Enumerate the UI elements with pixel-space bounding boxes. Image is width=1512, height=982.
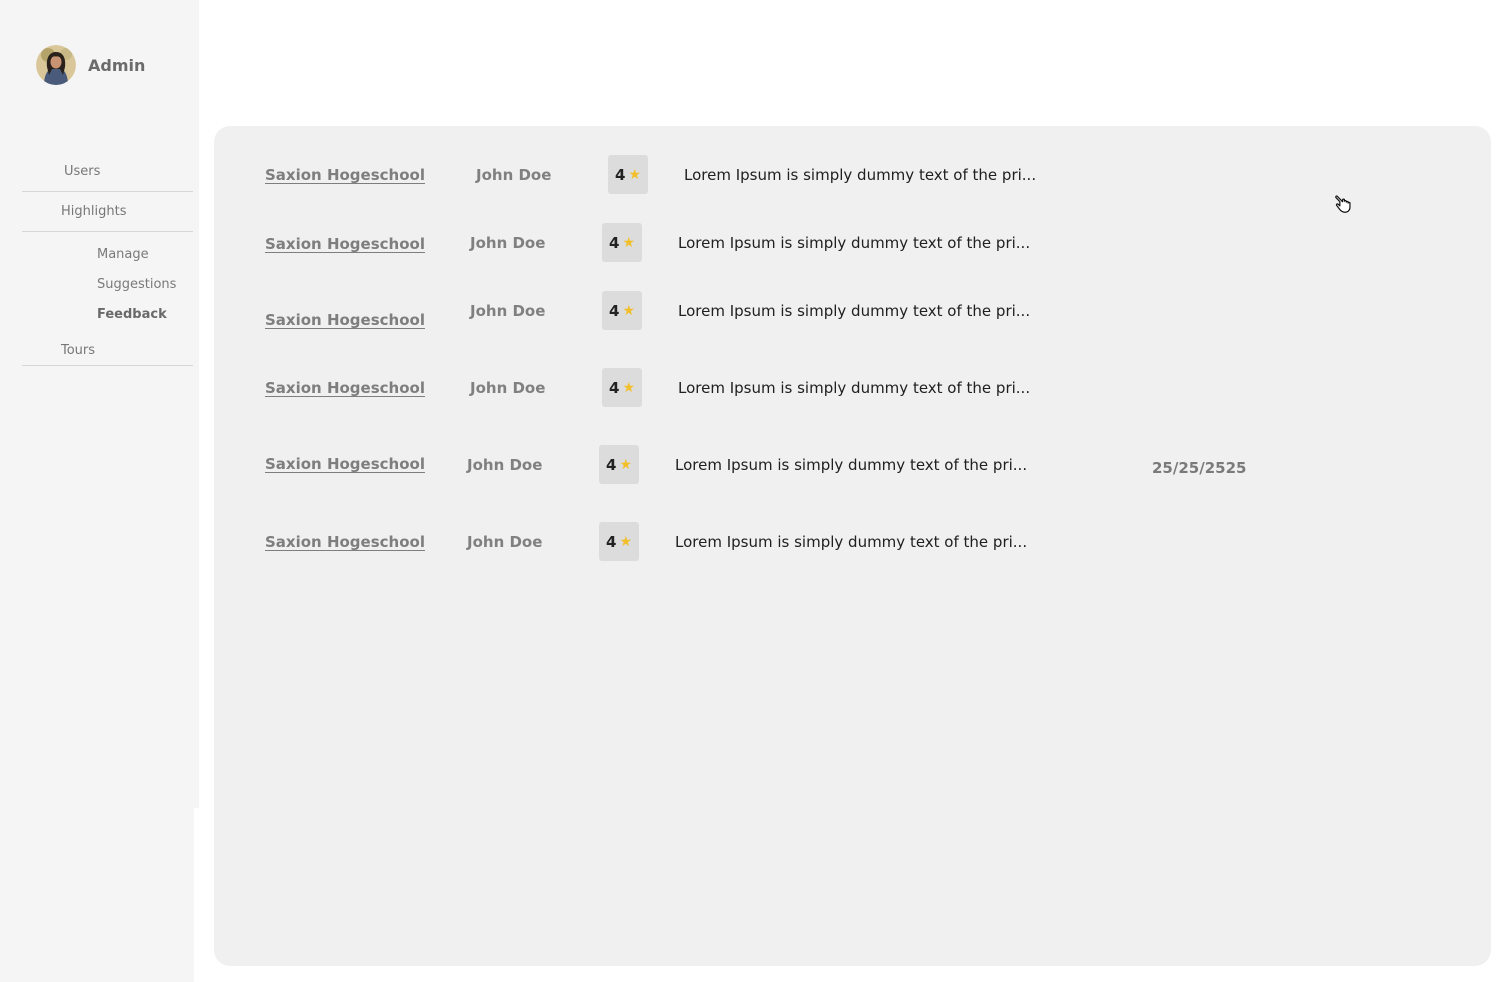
rating-badge: 4 ★ bbox=[599, 445, 639, 484]
school-link[interactable]: Saxion Hogeschool bbox=[265, 379, 425, 397]
school-link[interactable]: Saxion Hogeschool bbox=[265, 311, 425, 329]
avatar[interactable] bbox=[36, 45, 76, 85]
sidebar-item-label: Tours bbox=[61, 343, 96, 358]
rating-badge: 4 ★ bbox=[608, 155, 648, 194]
rating-value: 4 bbox=[609, 301, 620, 320]
feedback-text: Lorem Ipsum is simply dummy text of the … bbox=[678, 302, 1031, 320]
sidebar-item-label: Highlights bbox=[61, 204, 127, 219]
school-link[interactable]: Saxion Hogeschool bbox=[265, 235, 425, 253]
reviewer-name: John Doe bbox=[470, 302, 546, 320]
divider bbox=[22, 231, 193, 232]
feedback-text: Lorem Ipsum is simply dummy text of the … bbox=[678, 379, 1031, 397]
rating-badge: 4 ★ bbox=[602, 291, 642, 330]
sidebar bbox=[0, 0, 199, 808]
rating-badge: 4 ★ bbox=[602, 368, 642, 407]
divider bbox=[22, 191, 193, 192]
feedback-text: Lorem Ipsum is simply dummy text of the … bbox=[675, 456, 1028, 474]
sidebar-item-tours[interactable]: Tours bbox=[22, 343, 193, 358]
star-icon: ★ bbox=[622, 302, 635, 319]
star-icon: ★ bbox=[628, 166, 641, 183]
rating-badge: 4 ★ bbox=[602, 223, 642, 262]
divider bbox=[22, 365, 193, 366]
sidebar-item-label: Users bbox=[64, 164, 101, 179]
feedback-text: Lorem Ipsum is simply dummy text of the … bbox=[684, 166, 1037, 184]
rating-value: 4 bbox=[615, 165, 626, 184]
rating-value: 4 bbox=[606, 532, 617, 551]
sidebar-subitem-manage[interactable]: Manage bbox=[97, 247, 149, 262]
profile-section[interactable]: Admin bbox=[36, 45, 145, 85]
sidebar-subitem-feedback[interactable]: Feedback bbox=[97, 307, 167, 322]
star-icon: ★ bbox=[622, 379, 635, 396]
hand-pointer-icon bbox=[1335, 195, 1351, 213]
sidebar-subitem-suggestions[interactable]: Suggestions bbox=[97, 277, 176, 292]
feedback-text: Lorem Ipsum is simply dummy text of the … bbox=[678, 234, 1031, 252]
rating-badge: 4 ★ bbox=[599, 522, 639, 561]
rating-value: 4 bbox=[609, 233, 620, 252]
rating-value: 4 bbox=[606, 455, 617, 474]
feedback-date: 25/25/2525 bbox=[1152, 459, 1247, 477]
reviewer-name: John Doe bbox=[467, 456, 543, 474]
reviewer-name: John Doe bbox=[467, 533, 543, 551]
reviewer-name: John Doe bbox=[470, 234, 546, 252]
star-icon: ★ bbox=[622, 234, 635, 251]
star-icon: ★ bbox=[619, 456, 632, 473]
reviewer-name: John Doe bbox=[476, 166, 552, 184]
sidebar-lower-panel bbox=[0, 808, 194, 982]
feedback-text: Lorem Ipsum is simply dummy text of the … bbox=[675, 533, 1028, 551]
school-link[interactable]: Saxion Hogeschool bbox=[265, 455, 425, 473]
school-link[interactable]: Saxion Hogeschool bbox=[265, 533, 425, 551]
school-link[interactable]: Saxion Hogeschool bbox=[265, 166, 425, 184]
sidebar-item-highlights[interactable]: Highlights bbox=[22, 204, 193, 219]
sidebar-item-users[interactable]: Users bbox=[22, 164, 193, 179]
admin-name: Admin bbox=[88, 55, 146, 75]
rating-value: 4 bbox=[609, 378, 620, 397]
star-icon: ★ bbox=[619, 533, 632, 550]
reviewer-name: John Doe bbox=[470, 379, 546, 397]
